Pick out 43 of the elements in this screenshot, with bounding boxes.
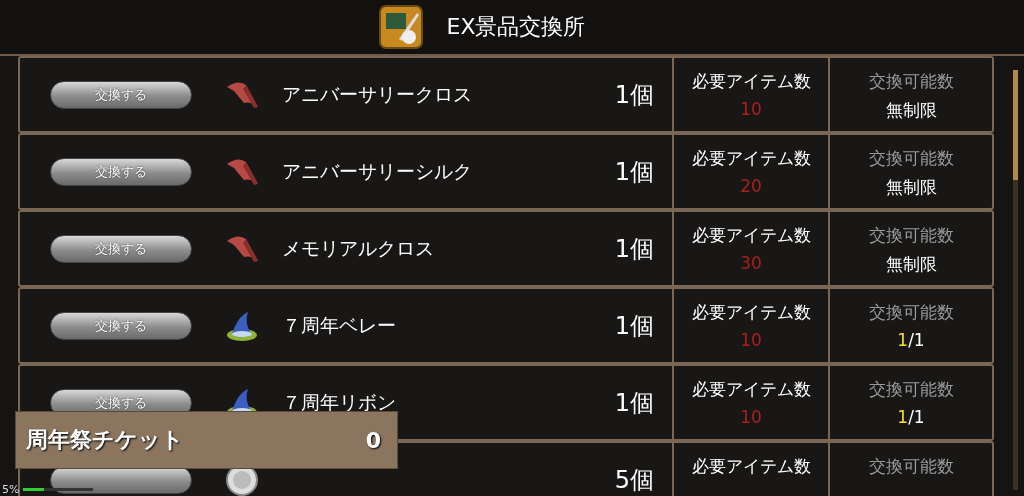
shop-icon (378, 5, 423, 49)
available-label: 交換可能数 (868, 70, 954, 93)
required-label: 必要アイテム数 (691, 455, 811, 478)
exchange-limit: 1/1 (897, 407, 925, 427)
required-label: 必要アイテム数 (691, 147, 811, 170)
required-count: 10 (740, 99, 762, 119)
available-label: 交換可能数 (868, 224, 954, 247)
exchange-button[interactable]: 交換する (50, 311, 192, 340)
required-count: 10 (740, 330, 762, 350)
exchange-button[interactable]: 交換する (50, 80, 192, 109)
item-name: メモリアルクロス (282, 235, 434, 261)
exchange-button[interactable]: 交換する (50, 157, 192, 186)
item-quantity: 1個 (613, 310, 654, 342)
item-name: アニバーサリークロス (282, 81, 472, 107)
ticket-label: 周年祭チケット (26, 426, 184, 454)
required-label: 必要アイテム数 (691, 224, 811, 247)
required-count: 10 (740, 407, 762, 427)
exchange-limit: 無制限 (885, 253, 937, 276)
item-name: アニバーサリーシルク (282, 158, 472, 184)
item-name: ７周年ベレー (282, 312, 396, 338)
available-label: 交換可能数 (868, 301, 954, 324)
exchange-limit: 1/1 (897, 330, 925, 350)
item-quantity: 5個 (613, 464, 654, 496)
ticket-count: 0 (365, 427, 381, 453)
available-label: 交換可能数 (868, 455, 954, 478)
scrollbar[interactable] (1013, 70, 1018, 490)
exchange-button[interactable]: 交換する (50, 234, 192, 263)
item-quantity: 1個 (613, 387, 654, 419)
required-count: 20 (740, 176, 762, 196)
required-label: 必要アイテム数 (691, 70, 811, 93)
item-quantity: 1個 (613, 233, 654, 265)
item-quantity: 1個 (613, 79, 654, 111)
required-label: 必要アイテム数 (691, 301, 811, 324)
required-label: 必要アイテム数 (691, 378, 811, 401)
window-title: EX景品交換所 (446, 13, 586, 41)
available-label: 交換可能数 (868, 147, 954, 170)
item-name: ７周年リボン (282, 389, 396, 415)
available-label: 交換可能数 (868, 378, 954, 401)
required-count: 30 (740, 253, 762, 273)
progress-text: 5% (2, 483, 20, 496)
exchange-limit: 無制限 (885, 99, 937, 122)
exchange-limit: 無制限 (885, 176, 937, 199)
item-quantity: 1個 (613, 156, 654, 188)
